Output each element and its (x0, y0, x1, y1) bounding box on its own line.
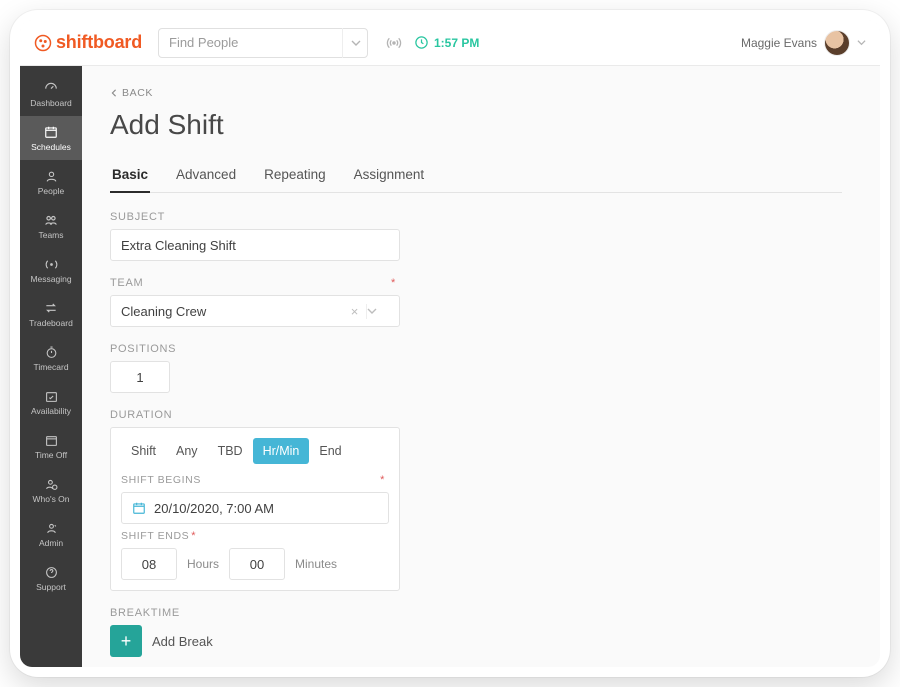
sidebar-item-label: Admin (39, 538, 63, 548)
chevron-down-icon[interactable] (342, 28, 368, 58)
sidebar-item-label: Teams (38, 230, 63, 240)
broadcast-icon[interactable] (386, 35, 402, 51)
add-break-button[interactable]: + Add Break (110, 625, 400, 657)
find-people-search[interactable] (158, 28, 368, 58)
duration-card: Shift Any TBD Hr/Min End SHIFT BEGINS * … (110, 427, 400, 591)
calendar-icon (44, 433, 59, 448)
sidebar-item-whoson[interactable]: Who's On (20, 468, 82, 512)
device-frame: shiftboard 1:57 PM Maggie Evans (10, 10, 890, 677)
person-clock-icon (44, 477, 59, 492)
sidebar-item-label: Time Off (35, 450, 67, 460)
main-content: BACK Add Shift Basic Advanced Repeating … (82, 66, 880, 667)
sidebar-item-label: Availability (31, 406, 71, 416)
form-tabs: Basic Advanced Repeating Assignment (110, 159, 842, 193)
calendar-icon (132, 501, 146, 515)
search-input[interactable] (158, 28, 368, 58)
sidebar-item-messaging[interactable]: Messaging (20, 248, 82, 292)
required-indicator: * (391, 277, 396, 289)
back-text: BACK (122, 87, 153, 99)
sidebar-rail: Dashboard Schedules People Teams Messagi… (20, 66, 82, 667)
current-time: 1:57 PM (414, 35, 479, 50)
sidebar-item-label: Timecard (33, 362, 68, 372)
sidebar-item-availability[interactable]: Availability (20, 380, 82, 424)
swap-icon (44, 301, 59, 316)
sidebar-item-support[interactable]: Support (20, 556, 82, 600)
back-link[interactable]: BACK (110, 87, 153, 99)
shift-ends-row: Hours Minutes (121, 548, 389, 580)
minutes-label: Minutes (295, 557, 337, 571)
calendar-check-icon (44, 389, 59, 404)
sidebar-item-admin[interactable]: Admin (20, 512, 82, 556)
sidebar-item-timeoff[interactable]: Time Off (20, 424, 82, 468)
user-menu[interactable]: Maggie Evans (741, 30, 866, 56)
tab-repeating[interactable]: Repeating (262, 159, 328, 192)
calendar-icon (44, 125, 59, 140)
sidebar-item-label: Support (36, 582, 66, 592)
hours-label: Hours (187, 557, 219, 571)
clear-icon[interactable]: × (343, 304, 367, 319)
team-icon (44, 213, 59, 228)
clock-icon (414, 35, 429, 50)
sidebar-item-people[interactable]: People (20, 160, 82, 204)
required-indicator: * (191, 530, 196, 542)
positions-input[interactable] (110, 361, 170, 393)
gauge-icon (44, 81, 59, 96)
hours-input[interactable] (121, 548, 177, 580)
sidebar-item-dashboard[interactable]: Dashboard (20, 72, 82, 116)
tab-basic[interactable]: Basic (110, 159, 150, 192)
sidebar-item-label: Messaging (30, 274, 71, 284)
sidebar-item-schedules[interactable]: Schedules (20, 116, 82, 160)
app-screen: shiftboard 1:57 PM Maggie Evans (20, 20, 880, 667)
minutes-input[interactable] (229, 548, 285, 580)
logo[interactable]: shiftboard (34, 32, 142, 53)
sidebar-item-label: Who's On (32, 494, 69, 504)
sidebar-item-tradeboard[interactable]: Tradeboard (20, 292, 82, 336)
positions-label: POSITIONS (110, 343, 400, 355)
shift-begins-input[interactable]: 20/10/2020, 7:00 AM (121, 492, 389, 524)
team-select[interactable]: Cleaning Crew × (110, 295, 400, 327)
help-icon (44, 565, 59, 580)
user-name: Maggie Evans (741, 36, 817, 50)
page-title: Add Shift (110, 109, 842, 141)
duration-label: DURATION (110, 409, 400, 421)
shift-begins-label: SHIFT BEGINS * (121, 474, 389, 486)
duration-tab-end[interactable]: End (309, 438, 351, 464)
stopwatch-icon (44, 345, 59, 360)
top-bar: shiftboard 1:57 PM Maggie Evans (20, 20, 880, 66)
top-icons: 1:57 PM (386, 35, 479, 51)
logo-icon (34, 34, 52, 52)
shift-ends-label: SHIFT ENDS * (121, 530, 389, 542)
sidebar-item-label: People (38, 186, 64, 196)
sidebar-item-teams[interactable]: Teams (20, 204, 82, 248)
logo-text: shiftboard (56, 32, 142, 53)
duration-tab-any[interactable]: Any (166, 438, 208, 464)
sidebar-item-label: Schedules (31, 142, 71, 152)
sidebar-item-timecard[interactable]: Timecard (20, 336, 82, 380)
broadcast-icon (44, 257, 59, 272)
breaktime-label: BREAKTIME (110, 607, 400, 619)
duration-tab-tbd[interactable]: TBD (208, 438, 253, 464)
duration-tabs: Shift Any TBD Hr/Min End (121, 438, 389, 464)
subject-label: SUBJECT (110, 211, 400, 223)
duration-tab-hrmin[interactable]: Hr/Min (253, 438, 310, 464)
chevron-left-icon (110, 89, 118, 97)
sidebar-item-label: Tradeboard (29, 318, 73, 328)
tab-advanced[interactable]: Advanced (174, 159, 238, 192)
plus-icon: + (110, 625, 142, 657)
subject-input[interactable]: Extra Cleaning Shift (110, 229, 400, 261)
required-indicator: * (380, 474, 385, 486)
avatar (824, 30, 850, 56)
chevron-down-icon[interactable] (367, 306, 389, 316)
sidebar-item-label: Dashboard (30, 98, 72, 108)
chevron-down-icon (857, 38, 866, 47)
tab-assignment[interactable]: Assignment (352, 159, 427, 192)
time-text: 1:57 PM (434, 36, 479, 50)
duration-tab-shift[interactable]: Shift (121, 438, 166, 464)
app-body: Dashboard Schedules People Teams Messagi… (20, 66, 880, 667)
person-icon (44, 169, 59, 184)
admin-icon (44, 521, 59, 536)
team-label: TEAM * (110, 277, 400, 289)
